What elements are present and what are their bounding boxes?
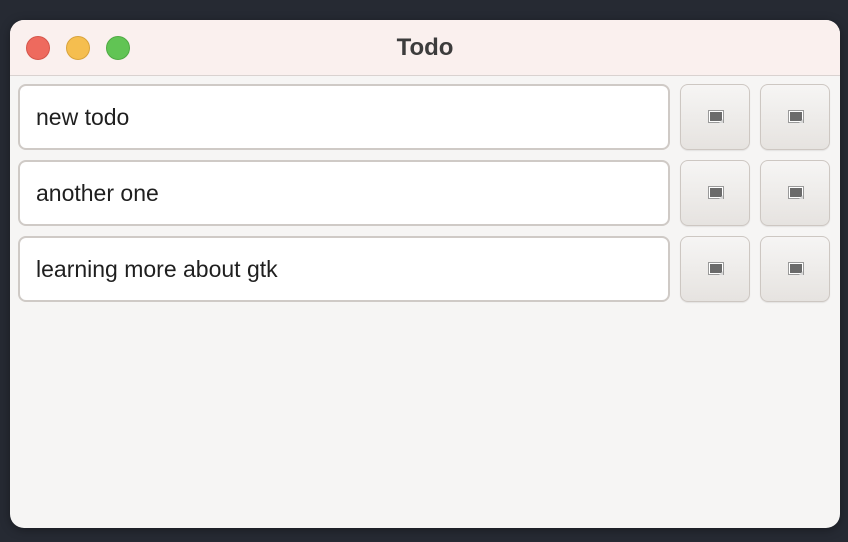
missing-image-icon xyxy=(708,186,724,199)
todo-action-button[interactable] xyxy=(760,160,830,226)
todo-entry[interactable]: learning more about gtk xyxy=(18,236,670,302)
missing-image-icon xyxy=(788,186,804,199)
missing-image-icon xyxy=(788,110,804,123)
todo-row: learning more about gtk xyxy=(18,228,832,302)
todo-action-button[interactable] xyxy=(680,160,750,226)
window-title: Todo xyxy=(396,34,454,61)
missing-image-icon xyxy=(708,262,724,275)
todo-action-button[interactable] xyxy=(680,236,750,302)
todo-list: new todo another one learning more about… xyxy=(10,76,840,528)
todo-entry[interactable]: another one xyxy=(18,160,670,226)
todo-action-button[interactable] xyxy=(760,84,830,150)
todo-action-button[interactable] xyxy=(760,236,830,302)
missing-image-icon xyxy=(708,110,724,123)
missing-image-icon xyxy=(788,262,804,275)
todo-action-button[interactable] xyxy=(680,84,750,150)
title-bar[interactable]: Todo xyxy=(10,20,840,76)
app-window: Todo new todo another one learning more … xyxy=(10,20,840,528)
todo-row: another one xyxy=(18,152,832,226)
todo-entry[interactable]: new todo xyxy=(18,84,670,150)
todo-row: new todo xyxy=(18,76,832,150)
